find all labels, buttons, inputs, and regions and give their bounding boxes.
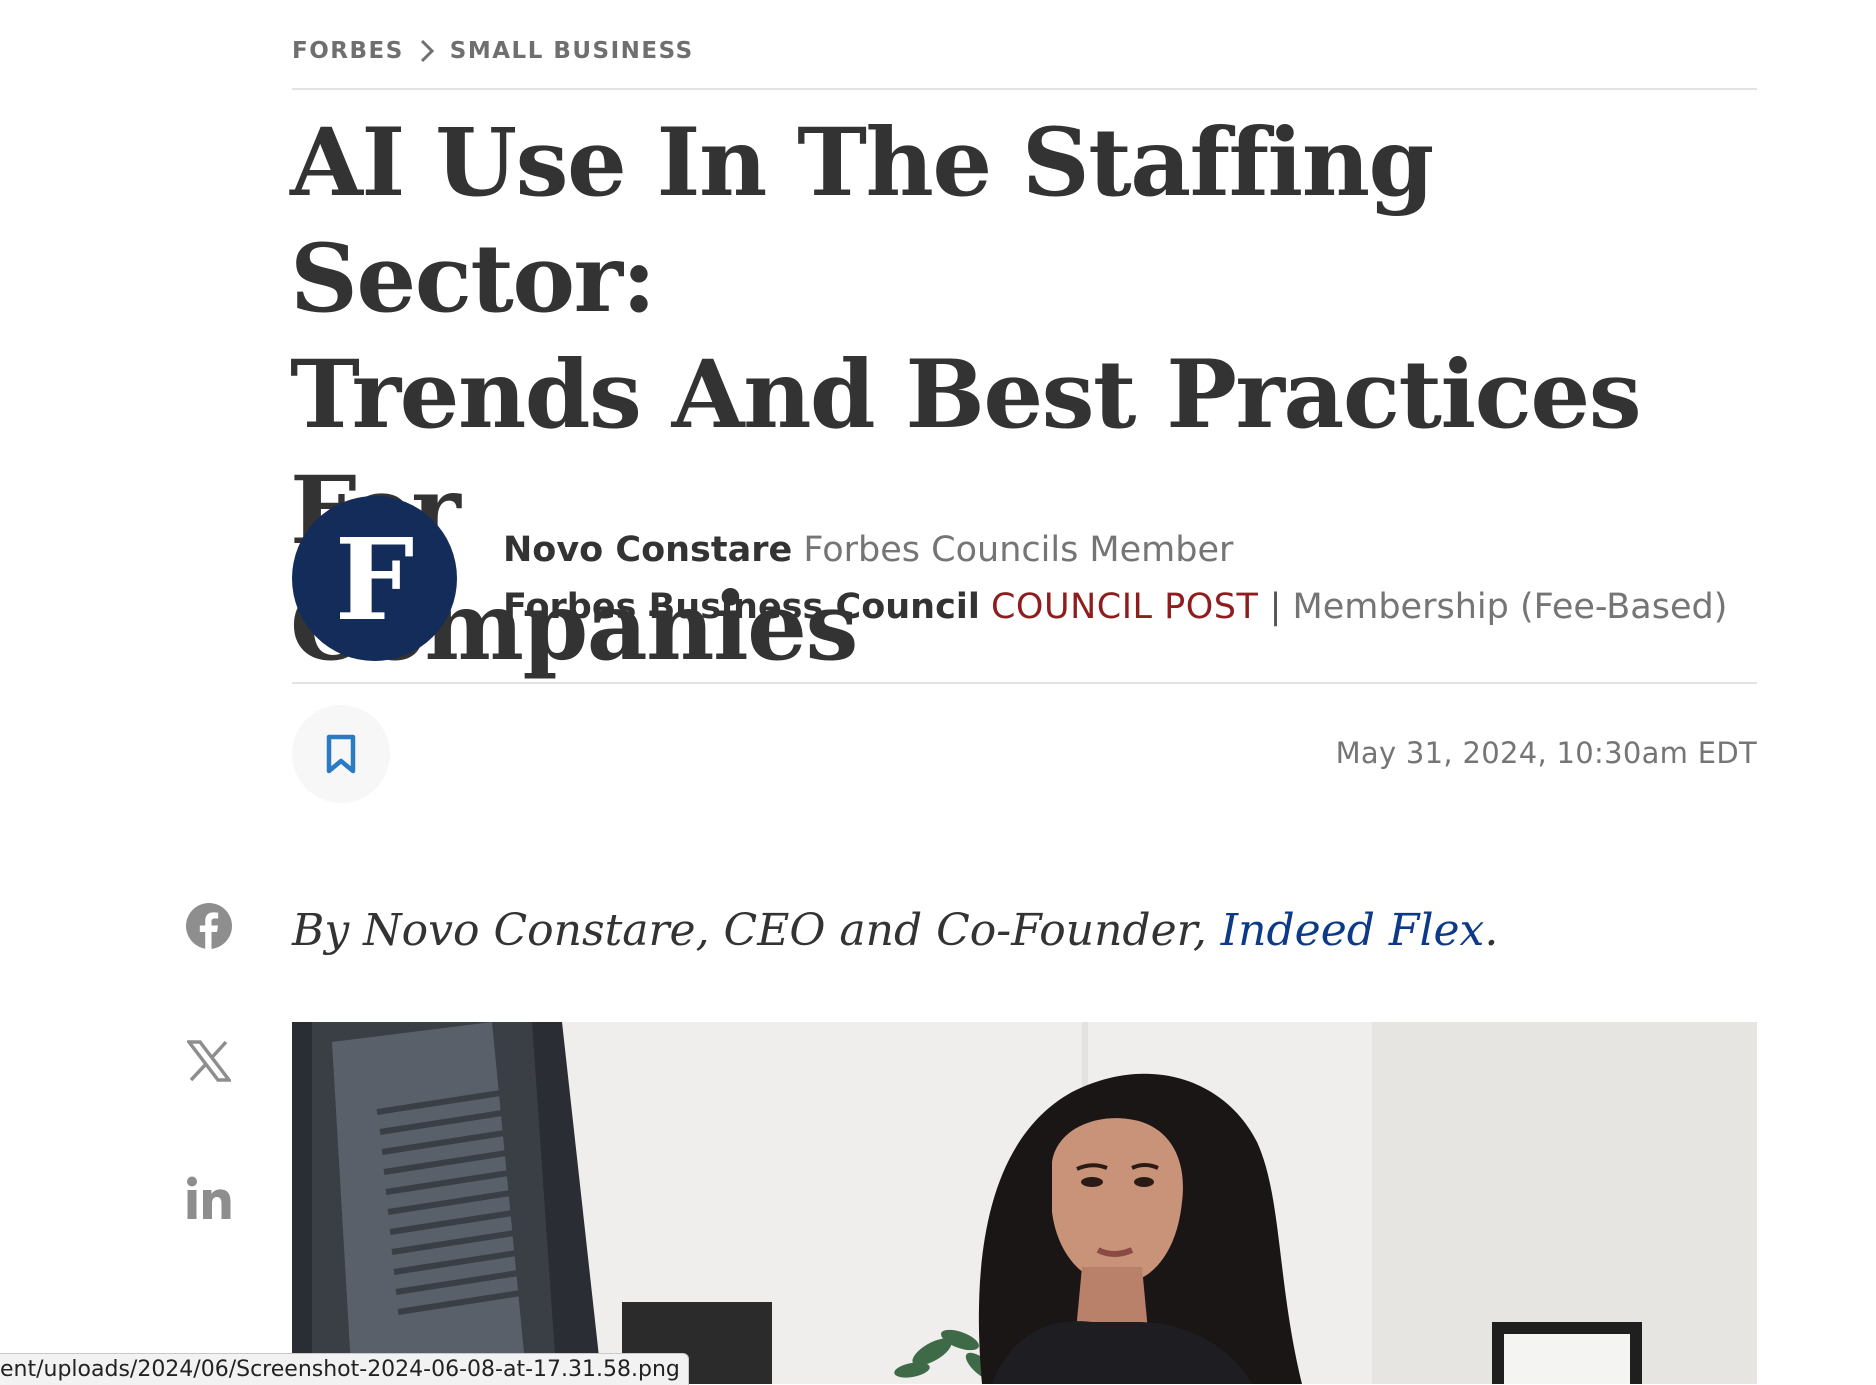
article-byline: By Novo Constare, CEO and Co-Founder, In… bbox=[292, 905, 1498, 956]
hero-image bbox=[292, 1022, 1757, 1384]
headline-line-1: AI Use In The Staffing Sector: bbox=[290, 108, 1434, 334]
facebook-icon bbox=[186, 903, 232, 949]
x-share-button[interactable] bbox=[184, 1036, 234, 1086]
breadcrumb-small-business-link[interactable]: SMALL BUSINESS bbox=[450, 38, 694, 64]
membership-label: Membership (Fee-Based) bbox=[1292, 587, 1728, 627]
breadcrumb-forbes-link[interactable]: FORBES bbox=[292, 38, 404, 64]
bookmark-icon bbox=[326, 734, 356, 774]
linkedin-share-button[interactable] bbox=[184, 1173, 234, 1223]
save-article-button[interactable] bbox=[292, 705, 390, 803]
author-name-link[interactable]: Novo Constare bbox=[503, 530, 792, 570]
company-link[interactable]: Indeed Flex bbox=[1221, 905, 1485, 956]
breadcrumb: FORBES SMALL BUSINESS bbox=[292, 38, 694, 64]
author-avatar[interactable]: F bbox=[292, 496, 457, 661]
byline-period: . bbox=[1484, 905, 1499, 956]
council-post-label[interactable]: COUNCIL POST bbox=[991, 587, 1258, 627]
status-bar-url: ent/uploads/2024/06/Screenshot-2024-06-0… bbox=[0, 1353, 689, 1385]
chevron-right-icon bbox=[420, 39, 434, 63]
x-icon bbox=[187, 1040, 231, 1082]
author-line: Novo Constare Forbes Councils Member bbox=[503, 530, 1233, 570]
council-line: Forbes Business Council COUNCIL POST | M… bbox=[503, 587, 1727, 627]
author-role: Forbes Councils Member bbox=[803, 530, 1234, 570]
facebook-share-button[interactable] bbox=[184, 901, 234, 951]
separator: | bbox=[1269, 587, 1282, 627]
avatar-letter: F bbox=[334, 514, 415, 646]
divider bbox=[292, 88, 1757, 90]
linkedin-icon bbox=[187, 1176, 231, 1219]
divider bbox=[292, 682, 1757, 684]
byline-text: By Novo Constare, CEO and Co-Founder, bbox=[292, 905, 1221, 956]
publish-date: May 31, 2024, 10:30am EDT bbox=[1335, 736, 1757, 770]
council-name: Forbes Business Council bbox=[503, 587, 980, 627]
